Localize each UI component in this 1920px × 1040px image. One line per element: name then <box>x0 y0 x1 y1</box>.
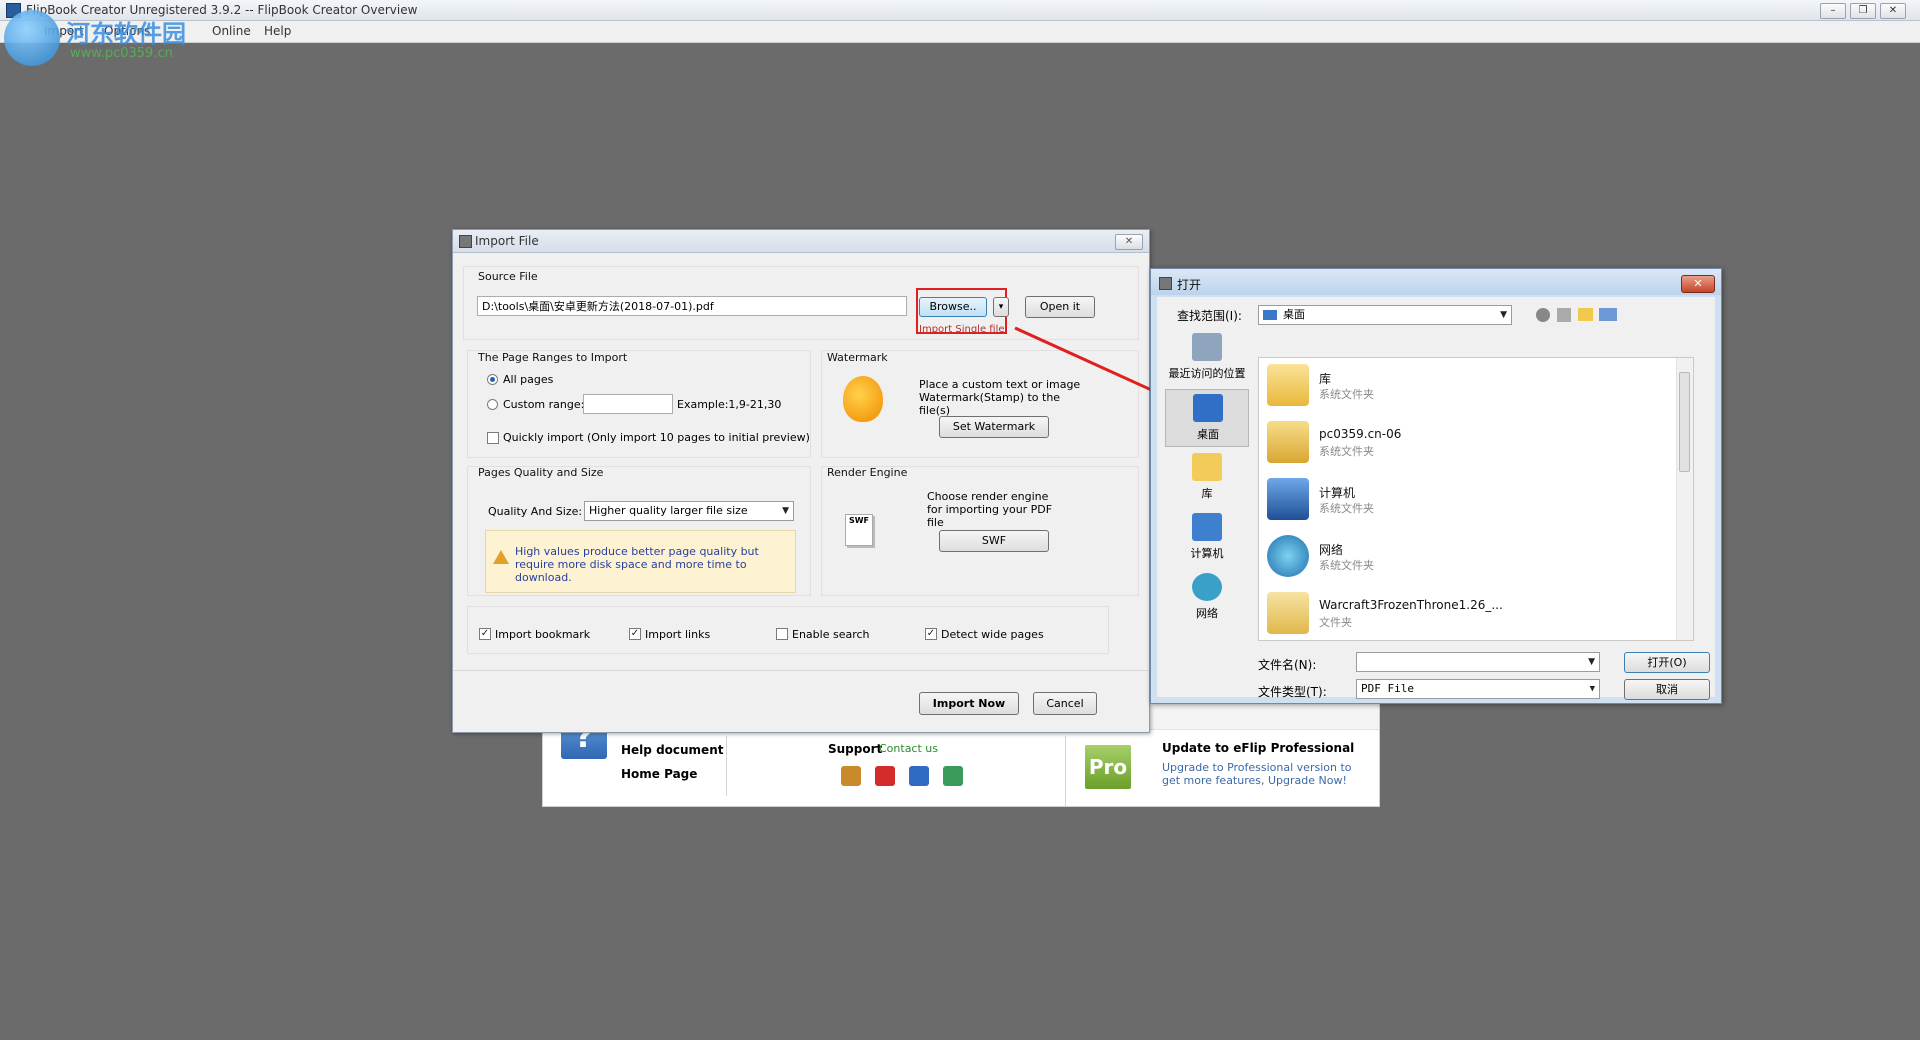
chevron-down-icon: ▼ <box>1589 684 1595 694</box>
places-bar: 最近访问的位置 桌面 库 计算机 网络 <box>1165 327 1249 627</box>
place-desktop[interactable]: 桌面 <box>1165 389 1249 447</box>
network-globe-icon <box>1267 535 1309 577</box>
file-name: 库 <box>1319 372 1332 386</box>
filetype-value: PDF File <box>1361 682 1414 695</box>
look-in-label: 查找范围(I): <box>1177 309 1242 323</box>
library-icon <box>1192 453 1222 481</box>
file-type: 系统文件夹 <box>1319 445 1374 458</box>
file-name: 计算机 <box>1319 486 1356 500</box>
place-label: 计算机 <box>1190 547 1224 560</box>
filetype-label: 文件类型(T): <box>1258 685 1327 699</box>
file-name: 网络 <box>1319 543 1344 557</box>
filetype-select[interactable]: PDF File ▼ <box>1356 679 1600 699</box>
file-list: 库 系统文件夹 pc0359.cn-06 系统文件夹 计算机 系统文件夹 网络 … <box>1258 357 1694 641</box>
up-folder-icon[interactable] <box>1557 308 1571 322</box>
view-menu-icon[interactable] <box>1599 308 1617 321</box>
list-item[interactable]: 库 系统文件夹 <box>1259 358 1679 414</box>
open-dialog-title: 打开 <box>1177 278 1202 292</box>
file-name: Warcraft3FrozenThrone1.26_... <box>1319 598 1503 612</box>
open-cancel-button[interactable]: 取消 <box>1624 679 1710 700</box>
computer-icon <box>1267 478 1309 520</box>
list-item[interactable]: pc0359.cn-06 系统文件夹 <box>1259 415 1679 471</box>
back-icon[interactable] <box>1536 308 1550 322</box>
open-dialog-title-bar: 打开 ✕ <box>1151 269 1721 295</box>
folder-icon <box>1267 592 1309 634</box>
user-folder-icon <box>1267 421 1309 463</box>
filename-label: 文件名(N): <box>1258 658 1317 672</box>
file-type: 系统文件夹 <box>1319 388 1374 401</box>
place-label: 网络 <box>1196 607 1218 620</box>
open-dialog-close-button[interactable]: ✕ <box>1681 275 1715 293</box>
file-type: 系统文件夹 <box>1319 559 1374 572</box>
place-recent[interactable]: 最近访问的位置 <box>1165 329 1249 387</box>
list-item[interactable]: 网络 系统文件夹 <box>1259 529 1679 585</box>
filename-input[interactable]: ▼ <box>1356 652 1600 672</box>
open-file-dialog: 打开 ✕ 查找范围(I): 桌面 ▼ 最近访问的位置 桌面 库 计算机 网络 库… <box>1150 268 1722 704</box>
recent-places-icon <box>1192 333 1222 361</box>
open-dialog-body: 查找范围(I): 桌面 ▼ 最近访问的位置 桌面 库 计算机 网络 库 系统文件… <box>1157 297 1715 700</box>
open-button[interactable]: 打开(O) <box>1624 652 1710 673</box>
place-computer[interactable]: 计算机 <box>1165 509 1249 567</box>
new-folder-icon[interactable] <box>1578 308 1593 321</box>
computer-icon <box>1192 513 1222 541</box>
list-item[interactable]: 计算机 系统文件夹 <box>1259 472 1679 528</box>
list-item[interactable]: Warcraft3FrozenThrone1.26_... 文件夹 <box>1259 586 1679 638</box>
file-list-scrollbar[interactable] <box>1676 358 1693 640</box>
place-network[interactable]: 网络 <box>1165 569 1249 627</box>
network-icon <box>1192 573 1222 601</box>
desktop-icon <box>1193 394 1223 422</box>
look-in-select[interactable]: 桌面 ▼ <box>1258 305 1512 325</box>
desktop-icon <box>1263 310 1277 320</box>
place-label: 桌面 <box>1197 428 1219 441</box>
place-label: 库 <box>1201 487 1213 500</box>
place-label: 最近访问的位置 <box>1168 367 1246 380</box>
file-type: 系统文件夹 <box>1319 502 1374 515</box>
file-name: pc0359.cn-06 <box>1319 427 1402 441</box>
place-library[interactable]: 库 <box>1165 449 1249 507</box>
dialog-icon <box>1159 277 1172 290</box>
file-type: 文件夹 <box>1319 616 1352 629</box>
library-folder-icon <box>1267 364 1309 406</box>
chevron-down-icon: ▼ <box>1588 657 1595 667</box>
scrollbar-thumb[interactable] <box>1679 372 1690 472</box>
chevron-down-icon: ▼ <box>1500 310 1507 320</box>
